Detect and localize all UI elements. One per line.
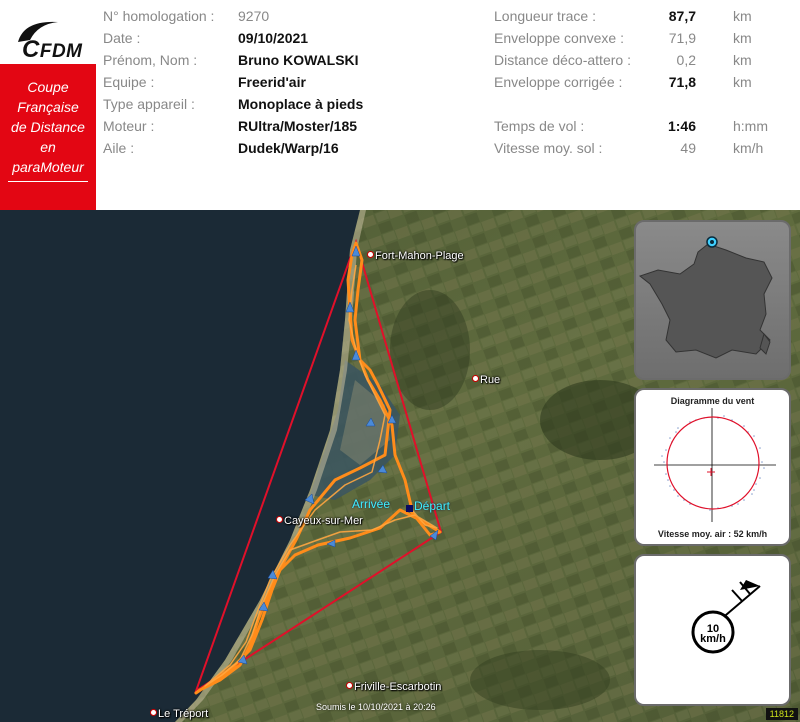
submission-footer: Soumis le 10/10/2021 à 20:26 <box>316 702 436 712</box>
label-corrected-envelope: Enveloppe corrigée : <box>494 74 623 90</box>
label-date: Date : <box>103 30 141 46</box>
banner-line-4: en <box>40 139 56 155</box>
banner-line-2: Française <box>17 99 79 115</box>
label-ground-speed: Vitesse moy. sol : <box>494 140 603 156</box>
flight-id-badge: 11812 <box>765 708 798 720</box>
town-fort-mahon: Fort-Mahon-Plage <box>367 250 464 262</box>
track-line <box>194 241 442 695</box>
label-convex-envelope: Enveloppe convexe : <box>494 30 624 46</box>
value-date: 09/10/2021 <box>238 30 309 46</box>
unit-corrected-envelope: km <box>733 74 752 90</box>
label-wing: Aile : <box>103 140 135 156</box>
start-marker <box>406 505 413 512</box>
value-track-length: 87,7 <box>668 8 696 24</box>
unit-takeoff-landing-distance: km <box>733 52 752 68</box>
unit-convex-envelope: km <box>733 30 752 46</box>
unit-track-length: km <box>733 8 752 24</box>
label-takeoff-landing-distance: Distance déco-attero : <box>494 52 631 68</box>
label-arrivee: Arrivée <box>352 497 391 511</box>
cfdm-logo-text: CFDM <box>22 36 83 63</box>
value-aircraft-type: Monoplace à pieds <box>238 96 364 112</box>
value-corrected-envelope: 71,8 <box>668 74 696 90</box>
competition-banner: Coupe Française de Distance en paraMoteu… <box>0 64 96 210</box>
wind-speed-label: 10 km/h <box>700 623 726 645</box>
value-team: Freerid'air <box>238 74 306 90</box>
value-name: Bruno KOWALSKI <box>238 52 359 68</box>
banner-line-3: de Distance <box>11 119 85 135</box>
label-homologation: N° homologation : <box>103 8 215 24</box>
banner-line-5: paraMoteur <box>12 159 84 175</box>
wind-diagram-panel: Diagramme du vent Vitesse moy. air : 52 … <box>634 388 791 546</box>
wind-diagram-caption: Vitesse moy. air : 52 km/h <box>657 529 768 539</box>
value-takeoff-landing-distance: 0,2 <box>676 52 696 68</box>
value-engine: RUltra/Moster/185 <box>238 118 358 134</box>
unit-ground-speed: km/h <box>733 140 764 156</box>
unit-flight-time: h:mm <box>733 118 768 134</box>
value-flight-time: 1:46 <box>667 118 696 134</box>
france-map-icon <box>638 236 773 359</box>
label-depart: Départ <box>414 499 451 513</box>
town-le-treport: Le Tréport <box>150 708 208 720</box>
value-convex-envelope: 71,9 <box>668 30 696 46</box>
label-engine: Moteur : <box>103 118 155 134</box>
value-homologation: 9270 <box>238 8 270 24</box>
flight-info-header: CFDM Coupe Française de Distance en para… <box>0 0 800 210</box>
value-ground-speed: 49 <box>680 140 696 156</box>
label-flight-time: Temps de vol : <box>494 118 585 134</box>
wind-arrow-panel: 10 km/h <box>634 554 791 706</box>
banner-line-1: Coupe <box>27 79 69 95</box>
label-name: Prénom, Nom : <box>103 52 198 68</box>
banner-rule <box>8 181 88 182</box>
town-cayeux: Cayeux-sur-Mer <box>276 515 363 527</box>
value-wing: Dudek/Warp/16 <box>238 140 339 156</box>
label-team: Equipe : <box>103 74 155 90</box>
france-locator-panel <box>634 220 791 380</box>
label-aircraft-type: Type appareil : <box>103 96 195 112</box>
town-rue: Rue <box>472 374 500 386</box>
wind-diagram-chart <box>654 408 776 522</box>
town-friville: Friville-Escarbotin <box>346 681 441 693</box>
convex-envelope <box>194 238 443 694</box>
label-track-length: Longueur trace : <box>494 8 596 24</box>
